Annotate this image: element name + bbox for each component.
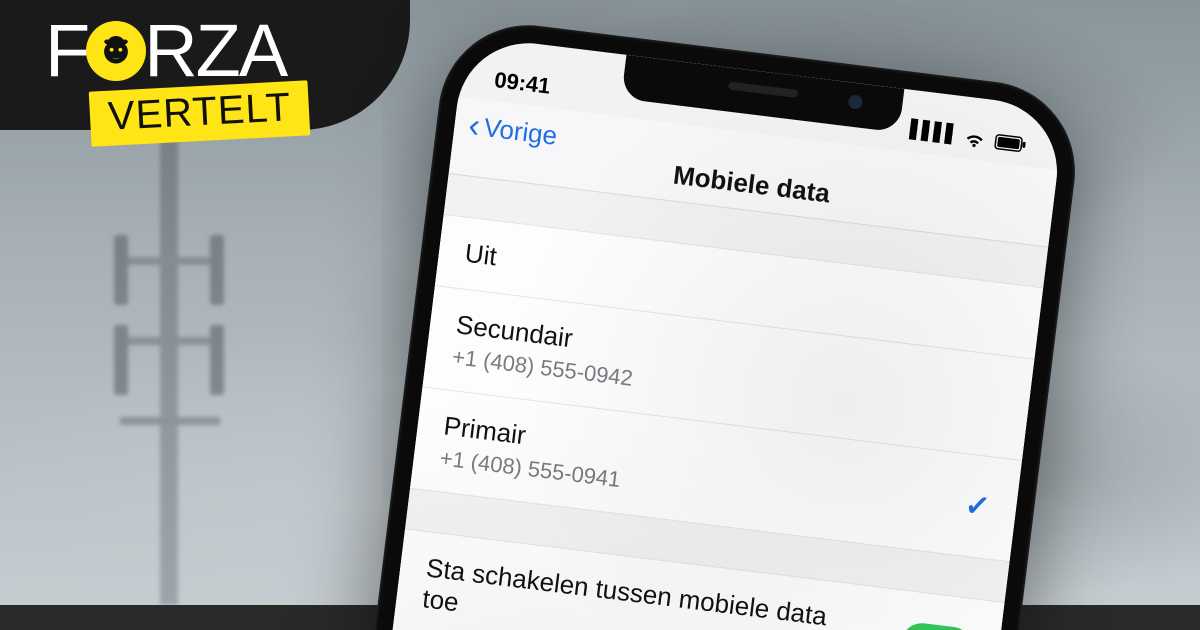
iphone-screen: 09:41 ∎∎∎∎∎∎∎∎ ‹ Vorige — [336, 35, 1065, 630]
cell-tower-decor — [100, 105, 240, 605]
status-time: 09:41 — [493, 67, 552, 100]
brand-tagline: VERTELT — [89, 80, 311, 146]
settings-list: Uit Secundair +1 (408) 555-0942 Primair — [378, 174, 1048, 630]
checkmark-icon: ✓ — [963, 488, 992, 526]
wifi-icon — [962, 128, 988, 149]
dual-signal-icon: ∎∎∎∎∎∎∎∎ — [907, 122, 956, 146]
option-off-label: Uit — [463, 238, 498, 273]
lion-icon — [86, 21, 146, 81]
brand-badge: F RZA VERTELT — [0, 0, 410, 180]
allow-switching-toggle[interactable] — [898, 621, 975, 630]
battery-icon — [994, 133, 1028, 153]
brand-logo: F RZA — [45, 8, 286, 93]
promo-scene: F RZA VERTELT 09:41 ∎∎∎∎∎∎∎∎ — [0, 0, 1200, 630]
